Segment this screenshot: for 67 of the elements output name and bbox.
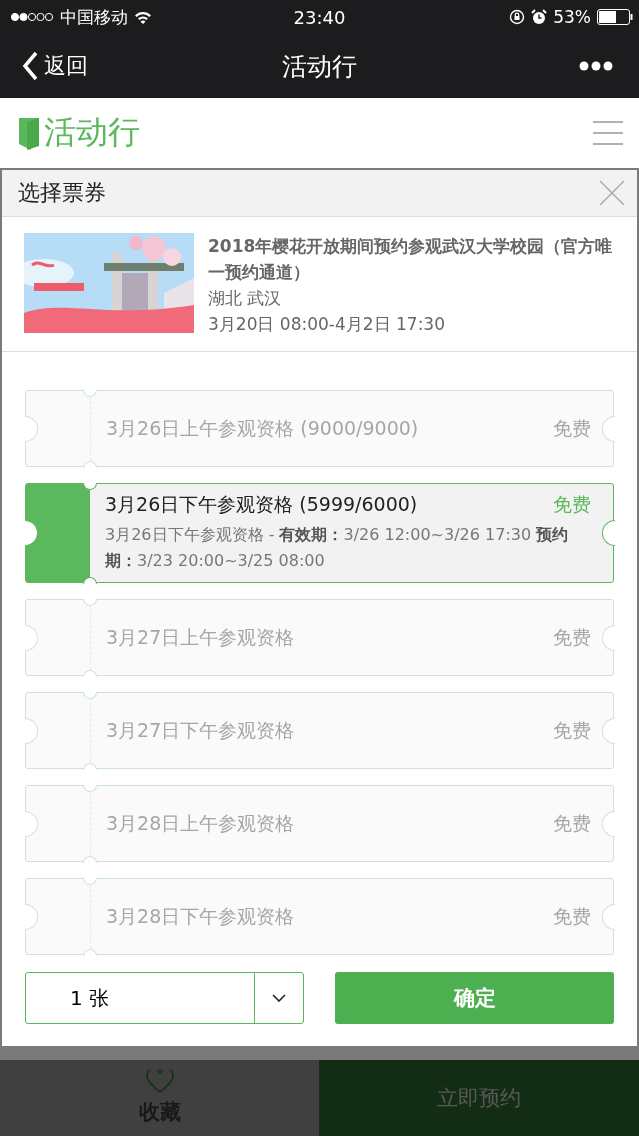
site-logo-text: 活动行 bbox=[44, 112, 140, 153]
confirm-button[interactable]: 确定 bbox=[335, 972, 614, 1024]
ticket-option[interactable]: 3月28日下午参观资格 免费 bbox=[25, 878, 614, 955]
alarm-icon bbox=[531, 9, 548, 25]
ticket-notch bbox=[24, 415, 38, 442]
ticket-notch bbox=[601, 903, 615, 930]
ticket-notch bbox=[24, 717, 38, 744]
ticket-notch bbox=[601, 415, 615, 442]
ticket-notch bbox=[83, 482, 97, 490]
ticket-price: 免费 bbox=[553, 624, 591, 650]
wifi-icon bbox=[134, 10, 152, 24]
ticket-price: 免费 bbox=[553, 717, 591, 743]
chevron-left-icon bbox=[22, 51, 38, 81]
ticket-name: 3月28日上午参观资格 bbox=[106, 810, 295, 836]
page-title: 活动行 bbox=[282, 50, 357, 83]
event-time: 3月20日 08:00-4月2日 17:30 bbox=[208, 313, 446, 336]
ticket-notch bbox=[601, 520, 615, 546]
event-location: 湖北 武汉 bbox=[208, 287, 283, 310]
ticket-option[interactable]: 3月27日上午参观资格 免费 bbox=[25, 599, 614, 676]
ticket-notch bbox=[83, 460, 97, 468]
ticket-notch bbox=[83, 784, 97, 792]
rotation-lock-icon bbox=[509, 9, 526, 25]
ticket-option[interactable]: 3月27日下午参观资格 免费 bbox=[25, 692, 614, 769]
ticket-notch bbox=[24, 903, 38, 930]
battery-percent: 53% bbox=[553, 7, 591, 27]
ticket-notch bbox=[83, 691, 97, 699]
menu-icon[interactable] bbox=[593, 121, 623, 145]
book-now-button[interactable]: 立即预约 bbox=[319, 1060, 639, 1136]
quantity-select[interactable]: 1 张 bbox=[25, 972, 304, 1024]
event-title: 2018年樱花开放期间预约参观武汉大学校园（官方唯一预约通道） bbox=[208, 235, 614, 284]
ticket-name: 3月27日上午参观资格 bbox=[106, 624, 295, 650]
logo-icon bbox=[18, 116, 40, 150]
clock-time: 23:40 bbox=[293, 6, 346, 28]
ticket-price: 免费 bbox=[553, 903, 591, 929]
ticket-name: 3月27日下午参观资格 bbox=[106, 717, 295, 743]
close-icon[interactable] bbox=[599, 180, 625, 206]
ticket-price: 免费 bbox=[553, 492, 591, 517]
ticket-notch bbox=[601, 624, 615, 651]
ticket-notch bbox=[83, 762, 97, 770]
battery-icon bbox=[597, 9, 633, 25]
ticket-notch bbox=[24, 810, 38, 837]
ticket-price: 免费 bbox=[553, 415, 591, 441]
ticket-price: 免费 bbox=[553, 810, 591, 836]
ticket-notch bbox=[83, 576, 97, 584]
ticket-option[interactable]: 3月28日上午参观资格 免费 bbox=[25, 785, 614, 862]
ticket-name: 3月26日下午参观资格 (5999/6000) bbox=[105, 492, 418, 517]
ticket-notch bbox=[83, 598, 97, 606]
ticket-notch bbox=[83, 389, 97, 397]
ticket-notch bbox=[83, 948, 97, 956]
heart-icon bbox=[145, 1070, 174, 1094]
ticket-notch bbox=[601, 810, 615, 837]
ticket-option[interactable]: 3月26日上午参观资格 (9000/9000) 免费 bbox=[25, 390, 614, 467]
back-button[interactable]: 返回 bbox=[22, 51, 88, 81]
dialog-title: 选择票券 bbox=[18, 179, 106, 207]
carrier-name: 中国移动 bbox=[60, 5, 128, 29]
ticket-notch bbox=[83, 877, 97, 885]
more-icon[interactable] bbox=[579, 61, 613, 71]
ticket-notch bbox=[83, 669, 97, 677]
ticket-name: 3月26日上午参观资格 (9000/9000) bbox=[106, 415, 419, 441]
ticket-name: 3月28日下午参观资格 bbox=[106, 903, 295, 929]
ticket-notch bbox=[83, 855, 97, 863]
ticket-notch bbox=[601, 717, 615, 744]
ticket-detail: 3月26日下午参观资格 - 有效期：3/26 12:00~3/26 17:30 预约期：3/23 20:00~3/25 08:00 bbox=[105, 524, 570, 572]
signal-icon bbox=[10, 12, 54, 22]
ticket-notch bbox=[24, 624, 38, 651]
chevron-down-icon bbox=[272, 994, 286, 1002]
ticket-option[interactable]: 3月26日下午参观资格 (5999/6000) 免费 3月26日下午参观资格 - 有效期：3/26 12:00~3/26 17:30 预约期：3/23 20:00~3/25 08:00 bbox=[25, 483, 614, 583]
